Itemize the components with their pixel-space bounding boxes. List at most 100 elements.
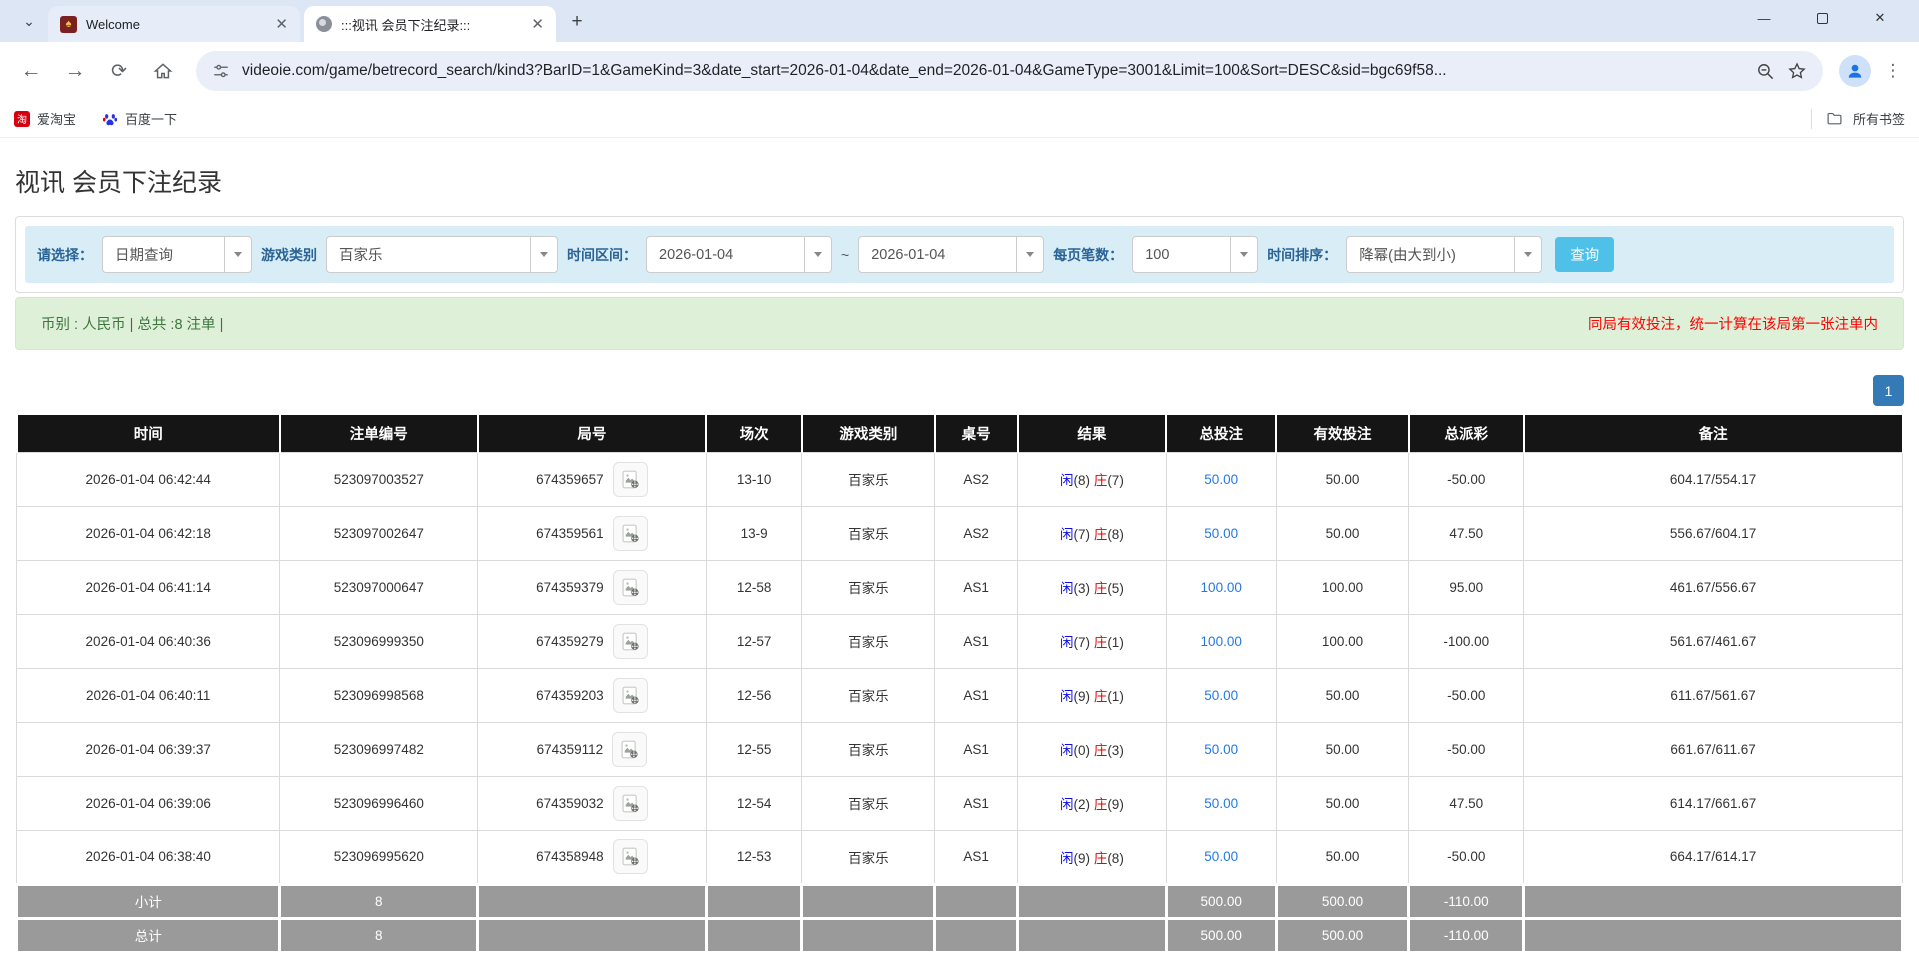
cell-result: 闲(7) 庄(1) — [1018, 614, 1167, 668]
bookmark-label: 爱淘宝 — [37, 109, 76, 128]
total-bet-link[interactable]: 50.00 — [1204, 526, 1238, 541]
query-type-select[interactable]: 日期查询 — [102, 236, 252, 273]
total-bet-link[interactable]: 50.00 — [1204, 472, 1238, 487]
cell-result: 闲(9) 庄(1) — [1018, 668, 1167, 722]
window-maximize-button[interactable] — [1793, 0, 1851, 36]
cell-time: 2026-01-04 06:39:37 — [17, 722, 280, 776]
home-button[interactable] — [146, 54, 180, 88]
game-kind-select[interactable]: 百家乐 — [326, 236, 558, 273]
tab-close-icon[interactable]: ✕ — [531, 17, 544, 32]
table-row: 2026-01-04 06:40:36523096999350674359279… — [17, 614, 1903, 668]
person-icon — [1845, 61, 1865, 81]
cell-result: 闲(0) 庄(3) — [1018, 722, 1167, 776]
bookmark-baidu[interactable]: 百度一下 — [102, 109, 177, 128]
cell-total-bet[interactable]: 50.00 — [1166, 506, 1276, 560]
tab-welcome[interactable]: ♠ Welcome ✕ — [48, 6, 300, 42]
replay-video-button[interactable] — [613, 570, 648, 605]
replay-video-button[interactable] — [613, 624, 648, 659]
cell-result: 闲(2) 庄(9) — [1018, 776, 1167, 830]
tab-bet-record[interactable]: :::视讯 会员下注纪录::: ✕ — [304, 6, 556, 42]
tab-search-chevron-icon[interactable]: ⌄ — [14, 6, 44, 36]
cell-table-no: AS1 — [935, 614, 1018, 668]
replay-video-button[interactable] — [612, 732, 647, 767]
new-tab-button[interactable]: + — [562, 7, 592, 37]
cell-table-no: AS1 — [935, 560, 1018, 614]
per-page-select[interactable]: 100 — [1132, 236, 1258, 273]
home-icon — [153, 61, 173, 81]
col-remark: 备注 — [1524, 415, 1903, 452]
bookmark-star-icon[interactable] — [1787, 61, 1807, 81]
total-bet-link[interactable]: 50.00 — [1204, 688, 1238, 703]
chevron-down-icon[interactable] — [804, 237, 831, 272]
summary-count: 8 — [280, 884, 478, 918]
table-footer: 小计8500.00500.00-110.00总计8500.00500.00-11… — [17, 884, 1903, 952]
address-bar[interactable]: videoie.com/game/betrecord_search/kind3?… — [196, 51, 1823, 91]
reload-button[interactable]: ⟳ — [102, 54, 136, 88]
cell-bet-no: 523096997482 — [280, 722, 478, 776]
site-settings-icon[interactable] — [212, 62, 230, 80]
chevron-down-icon[interactable] — [1514, 237, 1541, 272]
sort-value: 降幂(由大到小) — [1347, 237, 1514, 272]
total-bet-link[interactable]: 50.00 — [1204, 742, 1238, 757]
cell-bet-no: 523096995620 — [280, 830, 478, 884]
col-total-bet: 总投注 — [1166, 415, 1276, 452]
cell-bet-no: 523097002647 — [280, 506, 478, 560]
cell-session: 12-55 — [706, 722, 802, 776]
col-result: 结果 — [1018, 415, 1167, 452]
replay-video-button[interactable] — [613, 786, 648, 821]
cell-total-bet[interactable]: 100.00 — [1166, 560, 1276, 614]
cell-valid-bet: 50.00 — [1276, 506, 1409, 560]
per-page-label: 每页笔数： — [1053, 245, 1123, 265]
page-number-button[interactable]: 1 — [1873, 375, 1904, 406]
col-payout: 总派彩 — [1409, 415, 1524, 452]
window-minimize-button[interactable]: — — [1735, 0, 1793, 36]
cell-total-bet[interactable]: 50.00 — [1166, 830, 1276, 884]
summary-total-bet: 500.00 — [1166, 918, 1276, 952]
cell-total-bet[interactable]: 50.00 — [1166, 776, 1276, 830]
total-bet-link[interactable]: 50.00 — [1204, 796, 1238, 811]
url-text[interactable]: videoie.com/game/betrecord_search/kind3?… — [242, 62, 1744, 80]
cell-game-kind: 百家乐 — [802, 830, 935, 884]
tab-close-icon[interactable]: ✕ — [275, 17, 288, 32]
zoom-indicator-icon[interactable] — [1756, 62, 1775, 81]
cell-total-bet[interactable]: 50.00 — [1166, 722, 1276, 776]
cell-total-bet[interactable]: 50.00 — [1166, 668, 1276, 722]
baidu-paw-icon — [102, 111, 118, 127]
total-bet-link[interactable]: 50.00 — [1204, 849, 1238, 864]
total-bet-link[interactable]: 100.00 — [1201, 580, 1242, 595]
cell-time: 2026-01-04 06:41:14 — [17, 560, 280, 614]
chevron-down-icon[interactable] — [224, 237, 251, 272]
replay-video-button[interactable] — [613, 516, 648, 551]
replay-video-button[interactable] — [613, 462, 648, 497]
search-button[interactable]: 查询 — [1555, 237, 1614, 272]
chevron-down-icon[interactable] — [1230, 237, 1257, 272]
bookmark-aitaobao[interactable]: 淘 爱淘宝 — [14, 109, 76, 128]
back-button[interactable]: ← — [14, 54, 48, 88]
select-type-label: 请选择： — [37, 245, 93, 265]
replay-video-button[interactable] — [613, 839, 648, 874]
all-bookmarks[interactable]: 所有书签 — [1811, 109, 1905, 129]
replay-video-button[interactable] — [613, 678, 648, 713]
browser-menu-button[interactable]: ⋮ — [1881, 55, 1905, 87]
cell-total-bet[interactable]: 50.00 — [1166, 452, 1276, 506]
total-bet-link[interactable]: 100.00 — [1201, 634, 1242, 649]
chevron-down-icon[interactable] — [1016, 237, 1043, 272]
col-time: 时间 — [17, 415, 280, 452]
cell-payout: 47.50 — [1409, 506, 1524, 560]
date-start-select[interactable]: 2026-01-04 — [646, 236, 832, 273]
cell-table-no: AS2 — [935, 506, 1018, 560]
profile-avatar[interactable] — [1839, 55, 1871, 87]
table-row: 2026-01-04 06:42:44523097003527674359657… — [17, 452, 1903, 506]
forward-button[interactable]: → — [58, 54, 92, 88]
chevron-down-icon[interactable] — [530, 237, 557, 272]
globe-favicon-icon — [316, 16, 332, 32]
cell-total-bet[interactable]: 100.00 — [1166, 614, 1276, 668]
date-end-select[interactable]: 2026-01-04 — [858, 236, 1044, 273]
cell-table-no: AS1 — [935, 830, 1018, 884]
sort-select[interactable]: 降幂(由大到小) — [1346, 236, 1542, 273]
cell-bet-no: 523096996460 — [280, 776, 478, 830]
window-close-button[interactable]: ✕ — [1851, 0, 1909, 36]
cell-valid-bet: 50.00 — [1276, 776, 1409, 830]
table-row: 2026-01-04 06:38:40523096995620674358948… — [17, 830, 1903, 884]
cell-result: 闲(9) 庄(8) — [1018, 830, 1167, 884]
